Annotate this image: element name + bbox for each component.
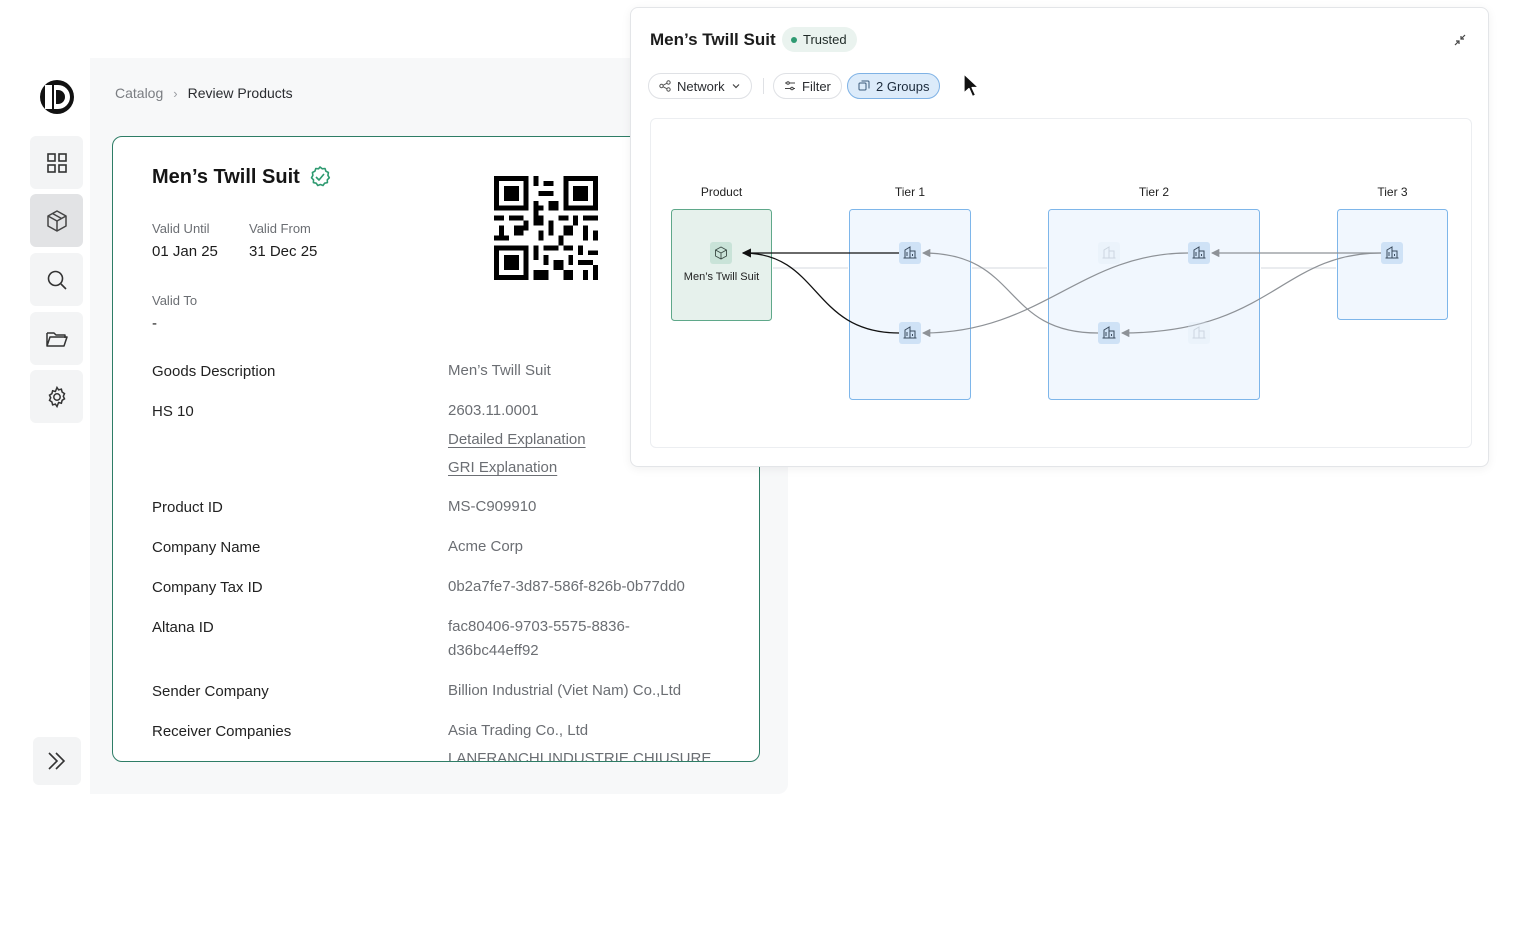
tier2-node-faded-a bbox=[1097, 241, 1121, 265]
nav-settings[interactable] bbox=[30, 370, 83, 423]
tier1-box bbox=[849, 209, 971, 400]
receiver-companies-label: Receiver Companies bbox=[152, 723, 292, 740]
groups-button[interactable]: 2 Groups bbox=[847, 73, 941, 99]
gear-icon bbox=[48, 385, 65, 408]
network-graph[interactable]: Product Tier 1 Tier 2 Tier 3 Men’s Twill… bbox=[650, 118, 1472, 448]
search-icon bbox=[47, 270, 67, 290]
graph-canvas bbox=[671, 209, 1448, 400]
product-node-label: Men’s Twill Suit bbox=[683, 271, 760, 283]
chevron-down-icon bbox=[732, 84, 740, 89]
status-dot bbox=[791, 36, 797, 43]
valid-until-value: 01 Jan 25 bbox=[152, 243, 218, 260]
trusted-badge: Trusted bbox=[782, 27, 857, 52]
nav-dashboard[interactable] bbox=[30, 136, 83, 189]
sidebar bbox=[28, 60, 86, 795]
filter-button[interactable]: Filter bbox=[773, 73, 842, 99]
nav-search[interactable] bbox=[30, 253, 83, 306]
tier1-node-a bbox=[898, 241, 922, 265]
receiver-company-value-2: LANFRANCHI INDUSTRIE CHIUSURE bbox=[448, 750, 712, 762]
view-select-label: Network bbox=[677, 78, 725, 94]
valid-from-value: 31 Dec 25 bbox=[249, 243, 318, 260]
folder-icon bbox=[45, 331, 68, 347]
box-icon bbox=[46, 209, 67, 232]
sender-company-label: Sender Company bbox=[152, 683, 269, 700]
mouse-cursor-icon bbox=[963, 73, 980, 98]
grid-icon bbox=[46, 152, 67, 173]
toolbar-divider bbox=[763, 78, 764, 94]
chevron-right-icon: › bbox=[173, 85, 178, 101]
tier2-node-b bbox=[1097, 321, 1121, 345]
groups-icon bbox=[858, 80, 870, 91]
receiver-company-value-1: Asia Trading Co., Ltd bbox=[448, 722, 589, 739]
altana-id-value-line2: d36bc44eff92 bbox=[448, 642, 539, 659]
company-tax-id-label: Company Tax ID bbox=[152, 579, 263, 596]
breadcrumb-catalog[interactable]: Catalog bbox=[115, 85, 163, 101]
valid-until-label: Valid Until bbox=[152, 221, 210, 236]
valid-from-label: Valid From bbox=[249, 221, 311, 236]
product-title: Men’s Twill Suit bbox=[152, 165, 332, 189]
network-icon bbox=[659, 80, 671, 92]
collapse-icon[interactable] bbox=[1453, 33, 1467, 47]
filter-icon bbox=[785, 81, 795, 91]
company-name-value: Acme Corp bbox=[448, 538, 524, 555]
hs10-label: HS 10 bbox=[152, 403, 194, 420]
valid-to-label: Valid To bbox=[152, 293, 198, 308]
view-select-button[interactable]: Network bbox=[648, 73, 752, 99]
product-node bbox=[710, 242, 732, 264]
valid-to-value: - bbox=[152, 315, 157, 332]
app-logo[interactable] bbox=[39, 79, 75, 115]
nav-files[interactable] bbox=[30, 312, 83, 365]
tier3-box bbox=[1337, 209, 1448, 320]
double-chevron-right-icon bbox=[48, 752, 66, 770]
company-tax-id-value: 0b2a7fe7-3d87-586f-826b-0b77dd0 bbox=[448, 578, 685, 595]
nav-products[interactable] bbox=[30, 194, 83, 247]
breadcrumb-review-products: Review Products bbox=[187, 85, 293, 101]
qr-code bbox=[494, 176, 598, 280]
product-id-label: Product ID bbox=[152, 499, 223, 516]
product-title-text: Men’s Twill Suit bbox=[152, 165, 300, 188]
breadcrumb: Catalog › Review Products bbox=[115, 85, 293, 101]
sender-company-value: Billion Industrial (Viet Nam) Co.,Ltd bbox=[448, 682, 682, 699]
product-tier-box bbox=[671, 209, 772, 321]
trusted-badge-label: Trusted bbox=[803, 32, 847, 47]
altana-id-value-line1: fac80406-9703-5575-8836- bbox=[448, 618, 630, 635]
gri-explanation-link[interactable]: GRI Explanation bbox=[448, 459, 557, 476]
altana-id-label: Altana ID bbox=[152, 619, 214, 636]
company-name-label: Company Name bbox=[152, 539, 261, 556]
tier3-node-a bbox=[1380, 241, 1404, 265]
verified-badge-icon bbox=[310, 166, 330, 187]
tier2-node-a bbox=[1187, 241, 1211, 265]
tier2-node-faded-b bbox=[1187, 321, 1211, 345]
goods-description-label: Goods Description bbox=[152, 363, 276, 380]
product-id-value: MS-C909910 bbox=[448, 498, 537, 515]
tier2-box bbox=[1048, 209, 1260, 400]
detailed-explanation-link[interactable]: Detailed Explanation bbox=[448, 431, 586, 448]
network-panel: Men’s Twill Suit Trusted Network Filter … bbox=[630, 7, 1489, 467]
goods-description-value: Men’s Twill Suit bbox=[448, 362, 551, 379]
hs10-value: 2603.11.0001 bbox=[448, 402, 539, 419]
panel-title: Men’s Twill Suit bbox=[650, 30, 776, 49]
groups-label: 2 Groups bbox=[876, 78, 930, 94]
expand-sidebar-button[interactable] bbox=[33, 737, 81, 785]
filter-label: Filter bbox=[802, 78, 831, 94]
tier1-node-b bbox=[898, 321, 922, 345]
